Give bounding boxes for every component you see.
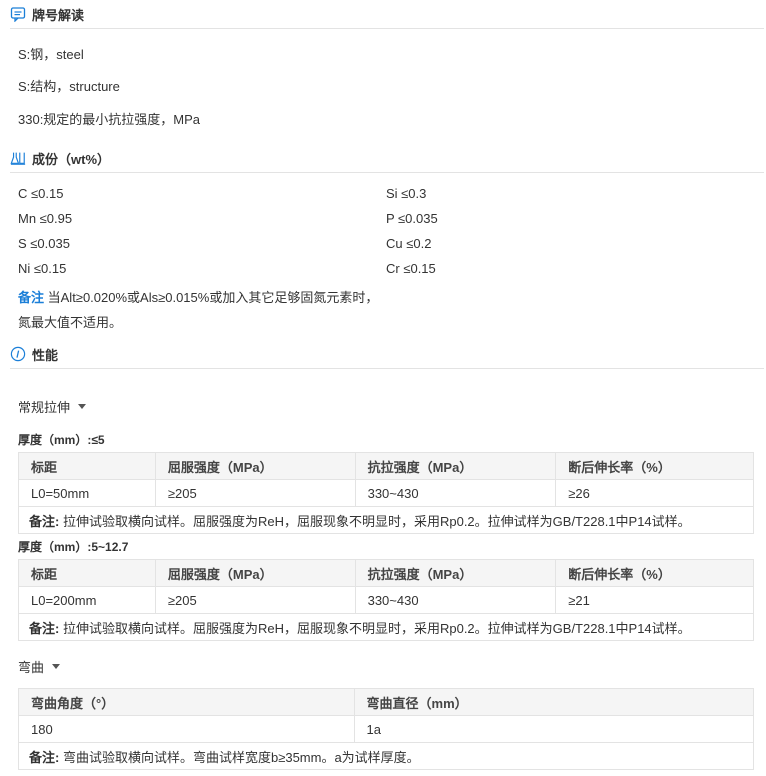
column-header: 断后伸长率（%） [555, 559, 754, 587]
composition-item: Ni ≤0.15 [18, 261, 67, 276]
tensile-dropdown-label: 常规拉伸 [18, 400, 71, 415]
column-header: 断后伸长率（%） [555, 452, 754, 480]
flask-icon [10, 150, 26, 166]
composition-section-header: 成份（wt%） [10, 144, 764, 173]
info-icon [10, 346, 26, 362]
column-header: 屈服强度（MPa） [154, 452, 356, 480]
table-note-text: 拉伸试验取横向试样。屈服强度为ReH，屈服现象不明显时，采用Rp0.2。拉伸试样… [62, 513, 691, 529]
grade-line-2: S:结构，structure [18, 79, 120, 94]
composition-row: C ≤0.15 Si ≤0.3 [18, 181, 758, 206]
table-header-row: 标距 屈服强度（MPa） 抗拉强度（MPa） 断后伸长率（%） [18, 452, 754, 480]
tensile-table-2: 标距 屈服强度（MPa） 抗拉强度（MPa） 断后伸长率（%） L0=200mm… [18, 559, 754, 641]
bend-dropdown[interactable]: 弯曲 [18, 657, 61, 676]
table-row: L0=200mm ≥205 330~430 ≥21 [18, 586, 754, 614]
grade-line-1: S:钢，steel [18, 47, 84, 62]
message-icon [10, 6, 26, 22]
table-note: 备注: 弯曲试验取横向试样。弯曲试样宽度b≥35mm。a为试样厚度。 [18, 742, 754, 770]
thickness-heading-2: 厚度（mm）:5~12.7 [18, 540, 129, 554]
composition-item: S ≤0.035 [18, 236, 70, 251]
tensile-table-1: 标距 屈服强度（MPa） 抗拉强度（MPa） 断后伸长率（%） L0=50mm … [18, 452, 754, 534]
composition-item: Cr ≤0.15 [386, 261, 436, 276]
composition-note-label: 备注 [18, 290, 45, 305]
table-cell: 180 [18, 715, 355, 743]
composition-item: C ≤0.15 [18, 186, 64, 201]
column-header: 抗拉强度（MPa） [354, 452, 557, 480]
table-cell: ≥26 [555, 479, 754, 507]
table-note-row: 备注: 拉伸试验取横向试样。屈服强度为ReH，屈服现象不明显时，采用Rp0.2。… [18, 613, 754, 641]
table-note-row: 备注: 弯曲试验取横向试样。弯曲试样宽度b≥35mm。a为试样厚度。 [18, 742, 754, 770]
column-header: 弯曲角度（°） [18, 688, 355, 716]
table-cell: 1a [353, 715, 755, 743]
table-note-row: 备注: 拉伸试验取横向试样。屈服强度为ReH，屈服现象不明显时，采用Rp0.2。… [18, 506, 754, 534]
column-header: 屈服强度（MPa） [154, 559, 356, 587]
grade-section-header: 牌号解读 [10, 0, 764, 29]
table-note-text: 拉伸试验取横向试样。屈服强度为ReH，屈服现象不明显时，采用Rp0.2。拉伸试样… [62, 620, 691, 636]
table-note: 备注: 拉伸试验取横向试样。屈服强度为ReH，屈服现象不明显时，采用Rp0.2。… [18, 506, 754, 534]
table-cell: L0=200mm [18, 586, 156, 614]
performance-section-header: 性能 [10, 340, 764, 369]
composition-note-text-1: 当Alt≥0.020%或Als≥0.015%或加入其它足够固氮元素时， [47, 290, 379, 305]
table-note-label: 备注: [29, 513, 60, 529]
composition-row: Mn ≤0.95 P ≤0.035 [18, 206, 758, 231]
table-row: 180 1a [18, 715, 755, 743]
table-note: 备注: 拉伸试验取横向试样。屈服强度为ReH，屈服现象不明显时，采用Rp0.2。… [18, 613, 754, 641]
grade-line-3: 330:规定的最小抗拉强度，MPa [18, 112, 201, 127]
table-cell: L0=50mm [18, 479, 156, 507]
composition-item: Mn ≤0.95 [18, 211, 73, 226]
composition-grid: C ≤0.15 Si ≤0.3 Mn ≤0.95 P ≤0.035 S ≤0.0… [18, 181, 758, 281]
bend-dropdown-label: 弯曲 [18, 660, 45, 675]
composition-item: P ≤0.035 [386, 211, 438, 226]
table-row: L0=50mm ≥205 330~430 ≥26 [18, 479, 754, 507]
column-header: 抗拉强度（MPa） [354, 559, 557, 587]
composition-item: Cu ≤0.2 [386, 236, 432, 251]
thickness-heading-1: 厚度（mm）:≤5 [18, 433, 105, 447]
table-header-row: 弯曲角度（°） 弯曲直径（mm） [18, 688, 755, 716]
table-note-label: 备注: [29, 749, 60, 765]
composition-note-text-2: 氮最大值不适用。 [18, 315, 123, 330]
table-header-row: 标距 屈服强度（MPa） 抗拉强度（MPa） 断后伸长率（%） [18, 559, 754, 587]
composition-section-title: 成份（wt%） [32, 151, 111, 167]
column-header: 弯曲直径（mm） [353, 688, 755, 716]
page: 牌号解读 S:钢，steel S:结构，structure 330:规定的最小抗… [0, 0, 766, 776]
composition-row: Ni ≤0.15 Cr ≤0.15 [18, 256, 758, 281]
composition-item: Si ≤0.3 [386, 186, 427, 201]
column-header: 标距 [18, 559, 156, 587]
table-cell: ≥205 [154, 586, 356, 614]
table-cell: ≥21 [555, 586, 754, 614]
performance-section-title: 性能 [32, 347, 59, 363]
composition-row: S ≤0.035 Cu ≤0.2 [18, 231, 758, 256]
column-header: 标距 [18, 452, 156, 480]
caret-down-icon [52, 664, 61, 669]
table-cell: ≥205 [154, 479, 356, 507]
table-cell: 330~430 [354, 586, 557, 614]
table-note-text: 弯曲试验取横向试样。弯曲试样宽度b≥35mm。a为试样厚度。 [62, 749, 420, 765]
tensile-dropdown[interactable]: 常规拉伸 [18, 397, 87, 416]
table-cell: 330~430 [354, 479, 557, 507]
table-note-label: 备注: [29, 620, 60, 636]
composition-note: 备注 当Alt≥0.020%或Als≥0.015%或加入其它足够固氮元素时， [18, 287, 378, 306]
caret-down-icon [78, 404, 87, 409]
grade-section-title: 牌号解读 [32, 7, 85, 23]
bend-table: 弯曲角度（°） 弯曲直径（mm） 180 1a 备注: 弯曲试验取横向试样。弯曲… [18, 688, 755, 770]
